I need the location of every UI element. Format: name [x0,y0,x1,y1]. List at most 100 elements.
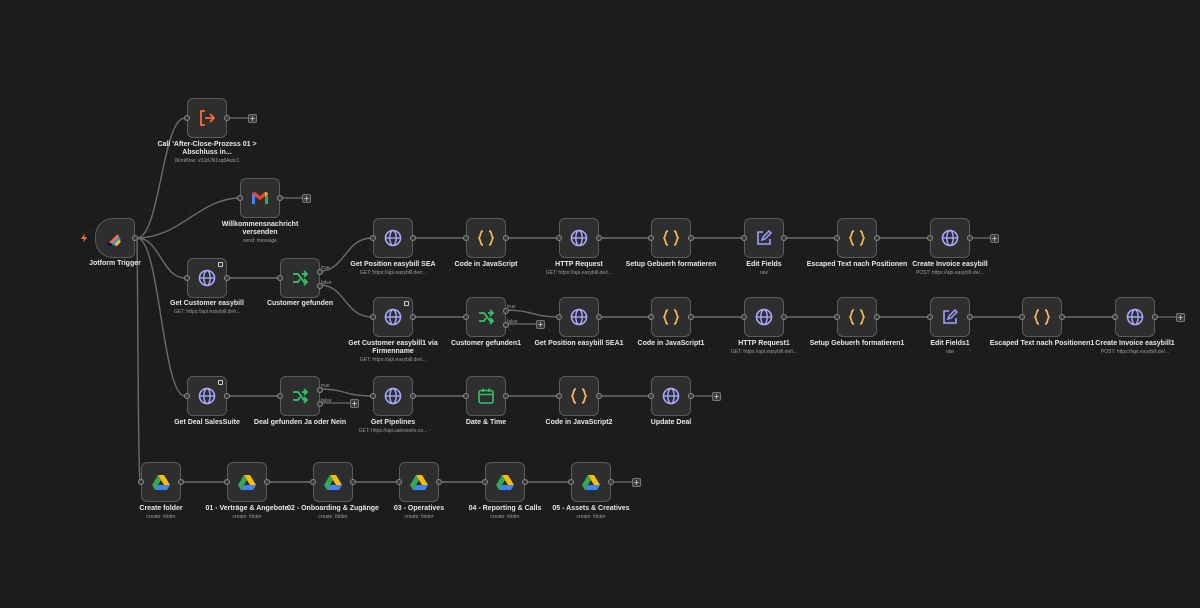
edit-fields-node[interactable] [741,218,787,258]
create-invoice-node[interactable] [927,218,973,258]
input-handle[interactable] [927,235,933,241]
input-handle[interactable] [741,235,747,241]
output-handle[interactable] [436,479,442,485]
input-handle[interactable] [277,393,283,399]
output-handle[interactable] [967,314,973,320]
output-handle[interactable] [781,235,787,241]
get-position-sea1-node[interactable] [556,297,602,337]
input-handle[interactable] [184,393,190,399]
add-node-button[interactable]: + [632,478,641,487]
output-handle[interactable] [277,195,283,201]
input-handle[interactable] [138,479,144,485]
output-handle[interactable] [1152,314,1158,320]
welcome-message-node[interactable] [237,178,283,218]
escaped-text-node[interactable] [834,218,880,258]
get-position-sea-node[interactable] [370,218,416,258]
input-handle[interactable] [648,314,654,320]
folder-03-node[interactable] [396,462,442,502]
folder-01-node[interactable] [224,462,270,502]
output-handle[interactable] [608,479,614,485]
input-handle[interactable] [568,479,574,485]
input-handle[interactable] [1112,314,1118,320]
code-javascript-node[interactable] [463,218,509,258]
input-handle[interactable] [463,393,469,399]
output-handle[interactable] [781,314,787,320]
escaped-text1-node[interactable] [1019,297,1065,337]
input-handle[interactable] [482,479,488,485]
date-time-node[interactable] [463,376,509,416]
input-handle[interactable] [396,479,402,485]
output-handle[interactable] [1059,314,1065,320]
add-node-button[interactable]: + [536,320,545,329]
input-handle[interactable] [927,314,933,320]
output-handle[interactable] [596,235,602,241]
create-folder-node[interactable] [138,462,184,502]
input-handle[interactable] [184,115,190,121]
get-customer-easybill-node[interactable] [184,258,230,298]
jotform-trigger-node[interactable] [95,218,138,258]
output-handle[interactable] [410,235,416,241]
input-handle[interactable] [741,314,747,320]
output-handle[interactable] [688,235,694,241]
input-handle[interactable] [224,479,230,485]
output-handle[interactable] [224,275,230,281]
output-handle[interactable] [874,235,880,241]
input-handle[interactable] [237,195,243,201]
input-handle[interactable] [310,479,316,485]
edit-fields1-node[interactable] [927,297,973,337]
customer-found-if-node[interactable] [277,258,323,298]
call-workflow-node[interactable] [184,98,230,138]
output-handle[interactable] [132,235,138,241]
add-node-button[interactable]: + [1176,313,1185,322]
input-handle[interactable] [648,235,654,241]
setup-gebuehr-node[interactable] [648,218,694,258]
output-handle[interactable] [874,314,880,320]
output-handle[interactable] [688,314,694,320]
update-deal-node[interactable] [648,376,694,416]
input-handle[interactable] [1019,314,1025,320]
get-deal-salessuite-node[interactable] [184,376,230,416]
input-handle[interactable] [463,235,469,241]
input-handle[interactable] [556,393,562,399]
deal-found-if-node[interactable] [277,376,323,416]
add-node-button[interactable]: + [302,194,311,203]
input-handle[interactable] [370,235,376,241]
output-handle[interactable] [350,479,356,485]
input-handle[interactable] [834,235,840,241]
output-handle[interactable] [224,393,230,399]
output-handle[interactable] [688,393,694,399]
output-handle[interactable] [503,235,509,241]
output-handle[interactable] [596,393,602,399]
output-handle[interactable] [410,314,416,320]
folder-05-node[interactable] [568,462,614,502]
add-node-button[interactable]: + [350,399,359,408]
customer-found1-if-node[interactable] [463,297,509,337]
output-handle[interactable] [224,115,230,121]
input-handle[interactable] [834,314,840,320]
output-handle[interactable] [410,393,416,399]
add-node-button[interactable]: + [712,392,721,401]
add-node-button[interactable]: + [990,234,999,243]
output-handle[interactable] [596,314,602,320]
output-handle[interactable] [503,393,509,399]
input-handle[interactable] [277,275,283,281]
get-customer-easybill1-node[interactable] [370,297,416,337]
http-request1-node[interactable] [741,297,787,337]
input-handle[interactable] [184,275,190,281]
folder-04-node[interactable] [482,462,528,502]
input-handle[interactable] [648,393,654,399]
folder-02-node[interactable] [310,462,356,502]
output-handle[interactable] [178,479,184,485]
get-pipelines-node[interactable] [370,376,416,416]
input-handle[interactable] [370,393,376,399]
code-javascript1-node[interactable] [648,297,694,337]
input-handle[interactable] [370,314,376,320]
input-handle[interactable] [556,314,562,320]
code-javascript2-node[interactable] [556,376,602,416]
input-handle[interactable] [463,314,469,320]
http-request-node[interactable] [556,218,602,258]
input-handle[interactable] [556,235,562,241]
setup-gebuehr1-node[interactable] [834,297,880,337]
output-handle[interactable] [264,479,270,485]
create-invoice1-node[interactable] [1112,297,1158,337]
